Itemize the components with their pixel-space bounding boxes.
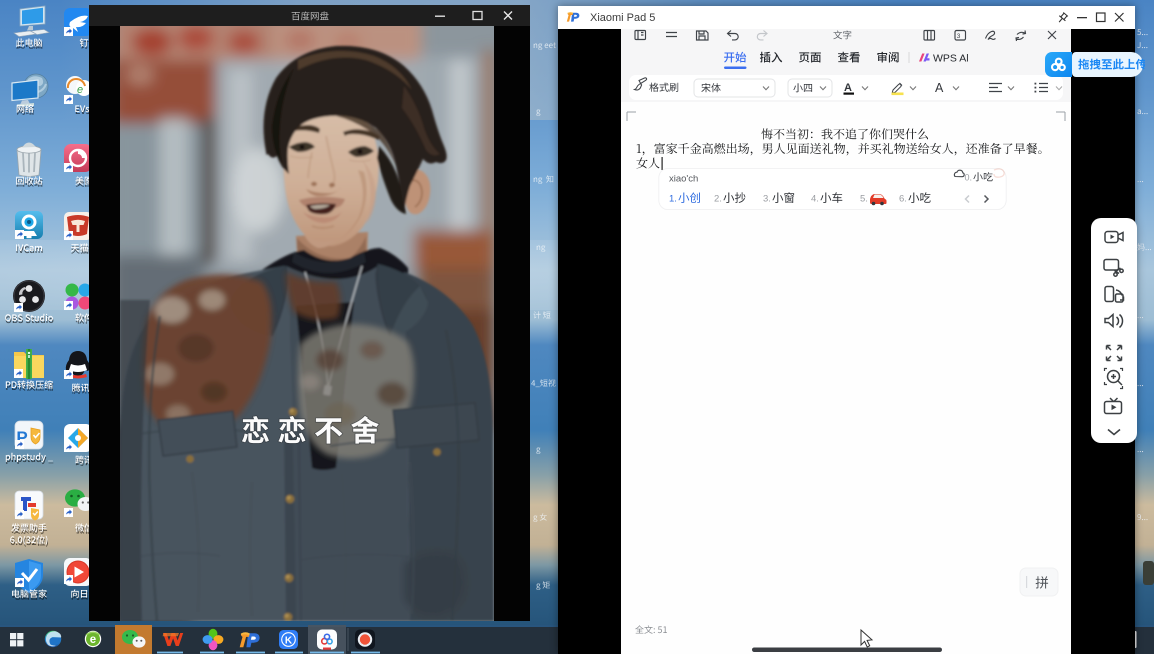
svg-text:WPS Al: WPS Al [933, 53, 969, 65]
svg-text:xiao'ch: xiao'ch [669, 174, 698, 185]
svg-text:Xiaomi Pad 5: Xiaomi Pad 5 [590, 12, 655, 24]
svg-text:5.: 5. [860, 194, 868, 205]
svg-text:A: A [935, 81, 944, 95]
svg-text:3: 3 [957, 33, 961, 40]
svg-text:K: K [285, 636, 293, 647]
svg-text:e: e [90, 634, 96, 646]
svg-text:1.: 1. [669, 194, 677, 205]
svg-text:2.: 2. [714, 194, 722, 205]
svg-text:A: A [844, 82, 852, 94]
svg-text:4.: 4. [811, 194, 819, 205]
svg-text:3.: 3. [763, 194, 771, 205]
svg-text:6.: 6. [899, 194, 907, 205]
svg-text:0.: 0. [965, 173, 973, 183]
